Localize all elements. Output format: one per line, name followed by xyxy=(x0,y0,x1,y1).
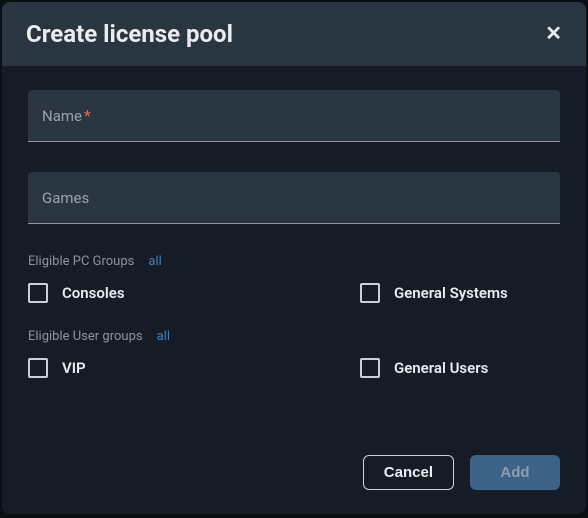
create-license-pool-modal: Create license pool ✕ Name* Games Eligib… xyxy=(2,2,586,514)
checkbox-general-users[interactable] xyxy=(360,358,380,378)
checkbox-general-systems[interactable] xyxy=(360,283,380,303)
games-field[interactable]: Games xyxy=(28,172,560,224)
user-groups-section: Eligible User groups all VIP General Use… xyxy=(28,329,560,378)
modal-header: Create license pool ✕ xyxy=(2,2,586,66)
required-indicator: * xyxy=(84,106,91,125)
user-group-label: VIP xyxy=(62,359,86,377)
pc-groups-head: Eligible PC Groups all xyxy=(28,254,560,269)
pc-groups-title: Eligible PC Groups xyxy=(28,254,134,269)
pc-group-consoles[interactable]: Consoles xyxy=(28,283,360,303)
name-field[interactable]: Name* xyxy=(28,90,560,142)
close-icon[interactable]: ✕ xyxy=(545,24,562,44)
games-label: Games xyxy=(42,189,89,207)
add-button[interactable]: Add xyxy=(470,455,560,490)
modal-footer: Cancel Add xyxy=(2,455,586,514)
user-group-general-users[interactable]: General Users xyxy=(360,358,560,378)
pc-group-general-systems[interactable]: General Systems xyxy=(360,283,560,303)
modal-title: Create license pool xyxy=(26,20,233,48)
checkbox-vip[interactable] xyxy=(28,358,48,378)
pc-groups-all-link[interactable]: all xyxy=(148,254,161,269)
user-groups-all-link[interactable]: all xyxy=(157,329,170,344)
pc-group-label: Consoles xyxy=(62,284,125,302)
user-groups-head: Eligible User groups all xyxy=(28,329,560,344)
checkbox-consoles[interactable] xyxy=(28,283,48,303)
pc-groups-section: Eligible PC Groups all Consoles General … xyxy=(28,254,560,303)
pc-group-label: General Systems xyxy=(394,284,508,302)
user-group-label: General Users xyxy=(394,359,488,377)
pc-groups-row: Consoles General Systems xyxy=(28,283,560,303)
name-label: Name xyxy=(42,107,82,125)
modal-body: Name* Games Eligible PC Groups all Conso… xyxy=(2,66,586,455)
user-group-vip[interactable]: VIP xyxy=(28,358,360,378)
cancel-button[interactable]: Cancel xyxy=(363,455,454,490)
user-groups-title: Eligible User groups xyxy=(28,329,143,344)
user-groups-row: VIP General Users xyxy=(28,358,560,378)
